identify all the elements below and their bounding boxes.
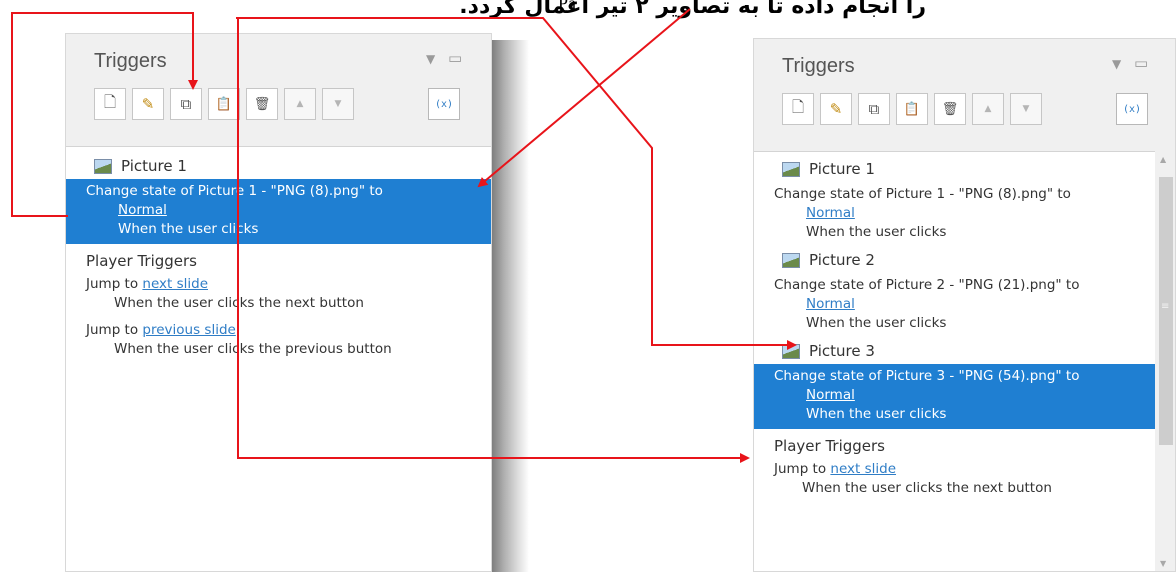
arrow-to-left-selected-trigger bbox=[477, 8, 691, 188]
arrow-to-right-picture-3 bbox=[236, 17, 750, 463]
arrow-to-right-picture-2 bbox=[236, 17, 797, 350]
arrow-to-copy-button bbox=[11, 12, 198, 217]
annotation-arrows bbox=[11, 8, 797, 463]
